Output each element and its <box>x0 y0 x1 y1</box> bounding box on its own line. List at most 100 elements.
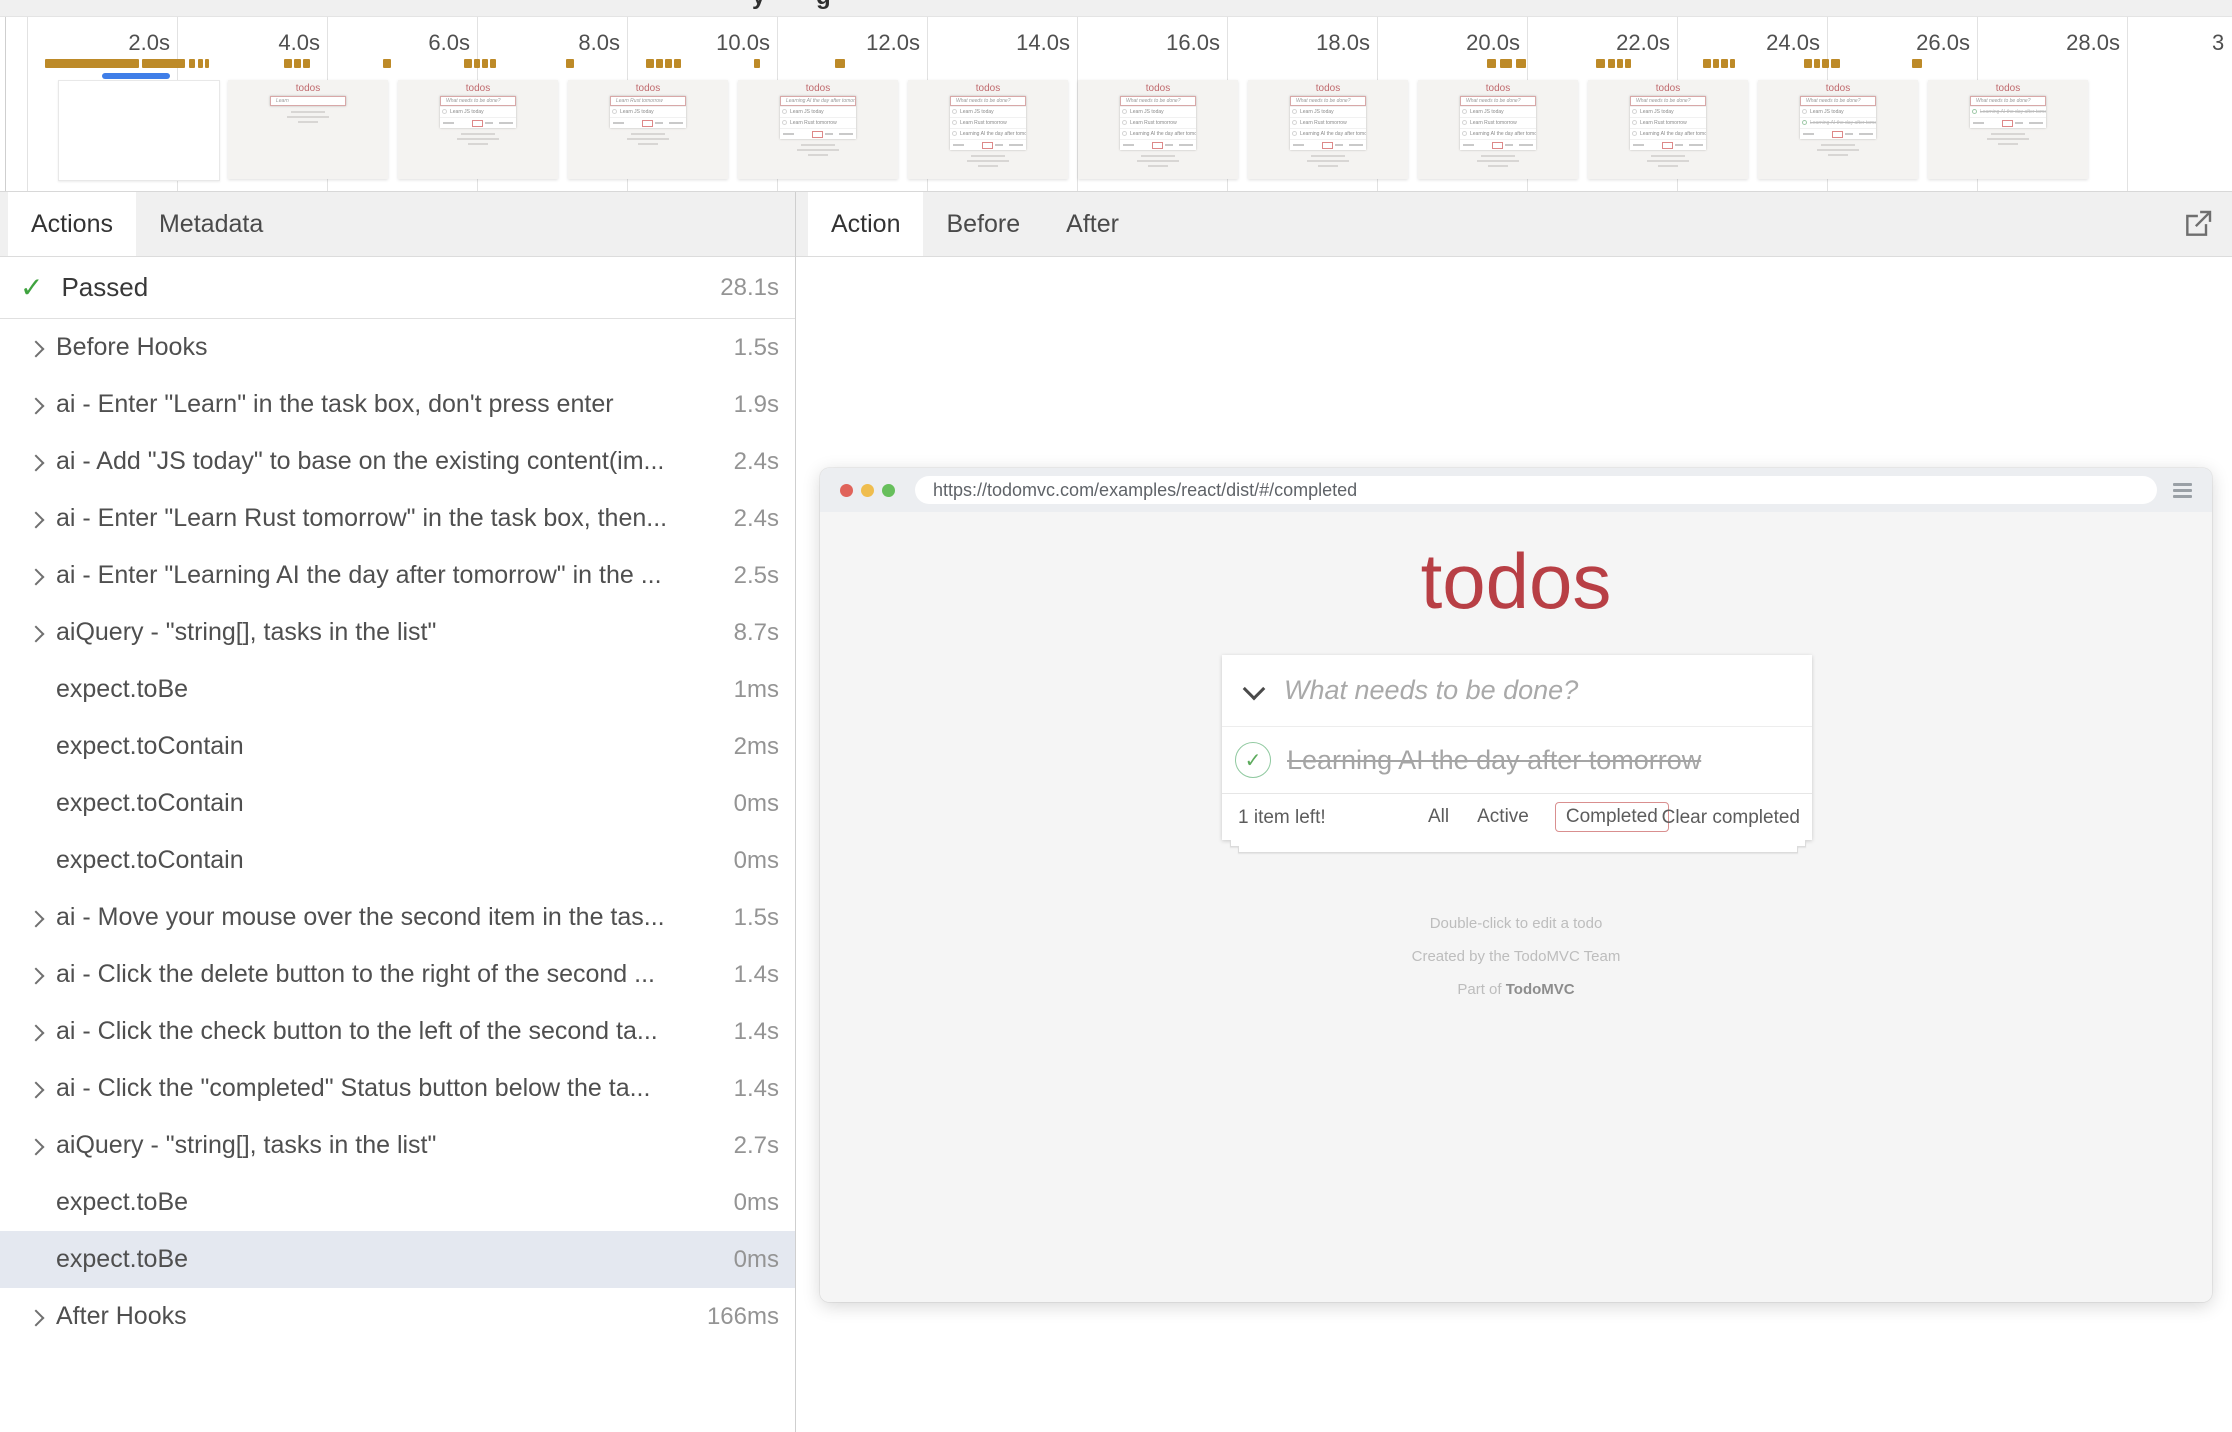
action-duration: 2.7s <box>724 1132 779 1160</box>
action-marker <box>198 59 203 68</box>
thumb-clear-completed <box>1349 144 1363 146</box>
action-marker <box>665 59 672 68</box>
thumb-todo-item: Learn Rust tomorrow <box>1120 117 1196 128</box>
tab-metadata[interactable]: Metadata <box>136 192 286 256</box>
action-row[interactable]: expect.toBe0ms <box>0 1231 795 1288</box>
filmstrip-thumbnail[interactable]: todosLearning AI the day after tomorrowL… <box>738 80 898 179</box>
action-row[interactable]: expect.toContain0ms <box>0 775 795 832</box>
expand-chevron-icon[interactable] <box>24 1117 56 1174</box>
thumb-todo-circle-icon <box>1462 120 1467 125</box>
action-marker <box>1617 59 1623 68</box>
action-duration: 1.5s <box>724 904 779 932</box>
filter-completed[interactable]: Completed <box>1555 802 1669 832</box>
action-row[interactable]: ai - Click the "completed" Status button… <box>0 1060 795 1117</box>
thumb-info-lines <box>1248 155 1408 167</box>
action-row[interactable]: expect.toContain2ms <box>0 718 795 775</box>
thumb-todo-circle-icon <box>1802 109 1807 114</box>
expand-chevron-icon[interactable] <box>24 1003 56 1060</box>
filmstrip-thumbnail[interactable] <box>58 80 220 181</box>
action-row[interactable]: expect.toBe1ms <box>0 661 795 718</box>
filmstrip-thumbnail[interactable]: todosWhat needs to be done?Learn JS toda… <box>1078 80 1238 179</box>
thumb-filter <box>2015 122 2023 124</box>
action-row[interactable]: ai - Move your mouse over the second ite… <box>0 889 795 946</box>
expand-chevron-icon[interactable] <box>24 604 56 661</box>
thumb-info-line <box>291 111 325 113</box>
filmstrip-thumbnail[interactable]: todosLearn <box>228 80 388 179</box>
expand-chevron-icon[interactable] <box>24 490 56 547</box>
thumb-filter <box>1165 144 1173 146</box>
expand-chevron-icon[interactable] <box>24 889 56 946</box>
app-title: todos <box>820 536 2212 627</box>
thumb-input-row: What needs to be done? <box>1120 96 1196 106</box>
open-external-icon[interactable] <box>2182 208 2214 240</box>
thumb-todo-circle-icon <box>952 131 957 136</box>
action-row[interactable]: aiQuery - "string[], tasks in the list"2… <box>0 1117 795 1174</box>
action-row[interactable]: ai - Enter "Learning AI the day after to… <box>0 547 795 604</box>
expand-chevron-icon[interactable] <box>24 376 56 433</box>
thumb-todo-circle-icon <box>952 109 957 114</box>
expand-chevron-icon[interactable] <box>24 319 56 376</box>
action-row[interactable]: ai - Enter "Learn Rust tomorrow" in the … <box>0 490 795 547</box>
expand-chevron-icon[interactable] <box>24 1060 56 1117</box>
action-duration: 2.4s <box>724 448 779 476</box>
todo-item-row[interactable]: ✓ Learning AI the day after tomorrow <box>1222 726 1812 793</box>
thumb-info-line <box>1821 144 1855 146</box>
filmstrip-thumbnail[interactable]: todosWhat needs to be done?Learning AI t… <box>1928 80 2088 179</box>
tab-actions[interactable]: Actions <box>8 192 136 256</box>
thumb-todo-item: Learn JS today <box>610 106 686 117</box>
action-row[interactable]: Before Hooks1.5s <box>0 319 795 376</box>
thumb-filter-selected <box>1322 142 1333 149</box>
action-row[interactable]: ai - Add "JS today" to base on the exist… <box>0 433 795 490</box>
thumb-app-title: todos <box>568 83 728 94</box>
thumb-todo-item: Learn Rust tomorrow <box>1290 117 1366 128</box>
action-row[interactable]: expect.toBe0ms <box>0 1174 795 1231</box>
clear-completed-button[interactable]: Clear completed <box>1662 807 1800 829</box>
action-marker <box>1822 59 1829 68</box>
timeline[interactable]: 2.0s4.0s6.0s8.0s10.0s12.0s14.0s16.0s18.0… <box>0 17 2232 192</box>
action-row[interactable]: ai - Enter "Learn" in the task box, don'… <box>0 376 795 433</box>
timeline-tick-label: 18.0s <box>1280 30 1370 56</box>
expand-chevron-icon[interactable] <box>24 1288 56 1345</box>
thumb-info-line <box>1658 165 1678 167</box>
action-row[interactable]: ai - Click the delete button to the righ… <box>0 946 795 1003</box>
filmstrip-thumbnail[interactable]: todosLearn Rust tomorrowLearn JS today <box>568 80 728 179</box>
filter-all[interactable]: All <box>1426 802 1451 832</box>
tab-action[interactable]: Action <box>808 192 923 256</box>
toggle-all-chevron-icon[interactable] <box>1222 655 1284 726</box>
info-line: Double-click to edit a todo <box>820 907 2212 940</box>
action-row[interactable]: aiQuery - "string[], tasks in the list"8… <box>0 604 795 661</box>
snapshot-panel: Action Before After https://todomvc.com/… <box>796 192 2232 1432</box>
action-marker <box>474 59 480 68</box>
status-duration: 28.1s <box>710 274 779 302</box>
filmstrip-thumbnail[interactable]: todosWhat needs to be done?Learn JS toda… <box>398 80 558 179</box>
address-bar[interactable]: https://todomvc.com/examples/react/dist/… <box>915 476 2157 504</box>
timeline-tick-label: 26.0s <box>1880 30 1970 56</box>
action-row[interactable]: ai - Click the check button to the left … <box>0 1003 795 1060</box>
thumb-clear-completed <box>1859 133 1873 135</box>
expand-chevron-icon[interactable] <box>24 547 56 604</box>
thumb-info-line <box>298 121 318 123</box>
todo-checked-icon[interactable]: ✓ <box>1235 742 1271 778</box>
expand-chevron-icon[interactable] <box>24 946 56 1003</box>
timeline-tick-label: 2.0s <box>80 30 170 56</box>
action-row[interactable]: expect.toContain0ms <box>0 832 795 889</box>
filmstrip-thumbnail[interactable]: todosWhat needs to be done?Learn JS toda… <box>908 80 1068 179</box>
filmstrip-thumbnail[interactable]: todosWhat needs to be done?Learn JS toda… <box>1418 80 1578 179</box>
thumb-info-line <box>797 149 839 151</box>
new-todo-row[interactable]: What needs to be done? <box>1222 655 1812 726</box>
expand-chevron-icon[interactable] <box>24 433 56 490</box>
thumb-filter-row <box>950 139 1026 150</box>
browser-snapshot[interactable]: https://todomvc.com/examples/react/dist/… <box>820 468 2212 1302</box>
filmstrip-thumbnail[interactable]: todosWhat needs to be done?Learn JS toda… <box>1758 80 1918 179</box>
action-marker <box>835 59 845 68</box>
thumb-input-row: What needs to be done? <box>440 96 516 106</box>
card-stack-edge <box>1238 846 1798 853</box>
filmstrip-thumbnail[interactable]: todosWhat needs to be done?Learn JS toda… <box>1248 80 1408 179</box>
thumb-filter <box>1675 144 1683 146</box>
filter-active[interactable]: Active <box>1475 802 1531 832</box>
tab-before[interactable]: Before <box>923 192 1043 256</box>
tab-after[interactable]: After <box>1043 192 1142 256</box>
filmstrip-thumbnail[interactable]: todosWhat needs to be done?Learn JS toda… <box>1588 80 1748 179</box>
thumb-todo-item: Learning AI the day after tomorrow <box>1120 128 1196 139</box>
action-row[interactable]: After Hooks166ms <box>0 1288 795 1345</box>
